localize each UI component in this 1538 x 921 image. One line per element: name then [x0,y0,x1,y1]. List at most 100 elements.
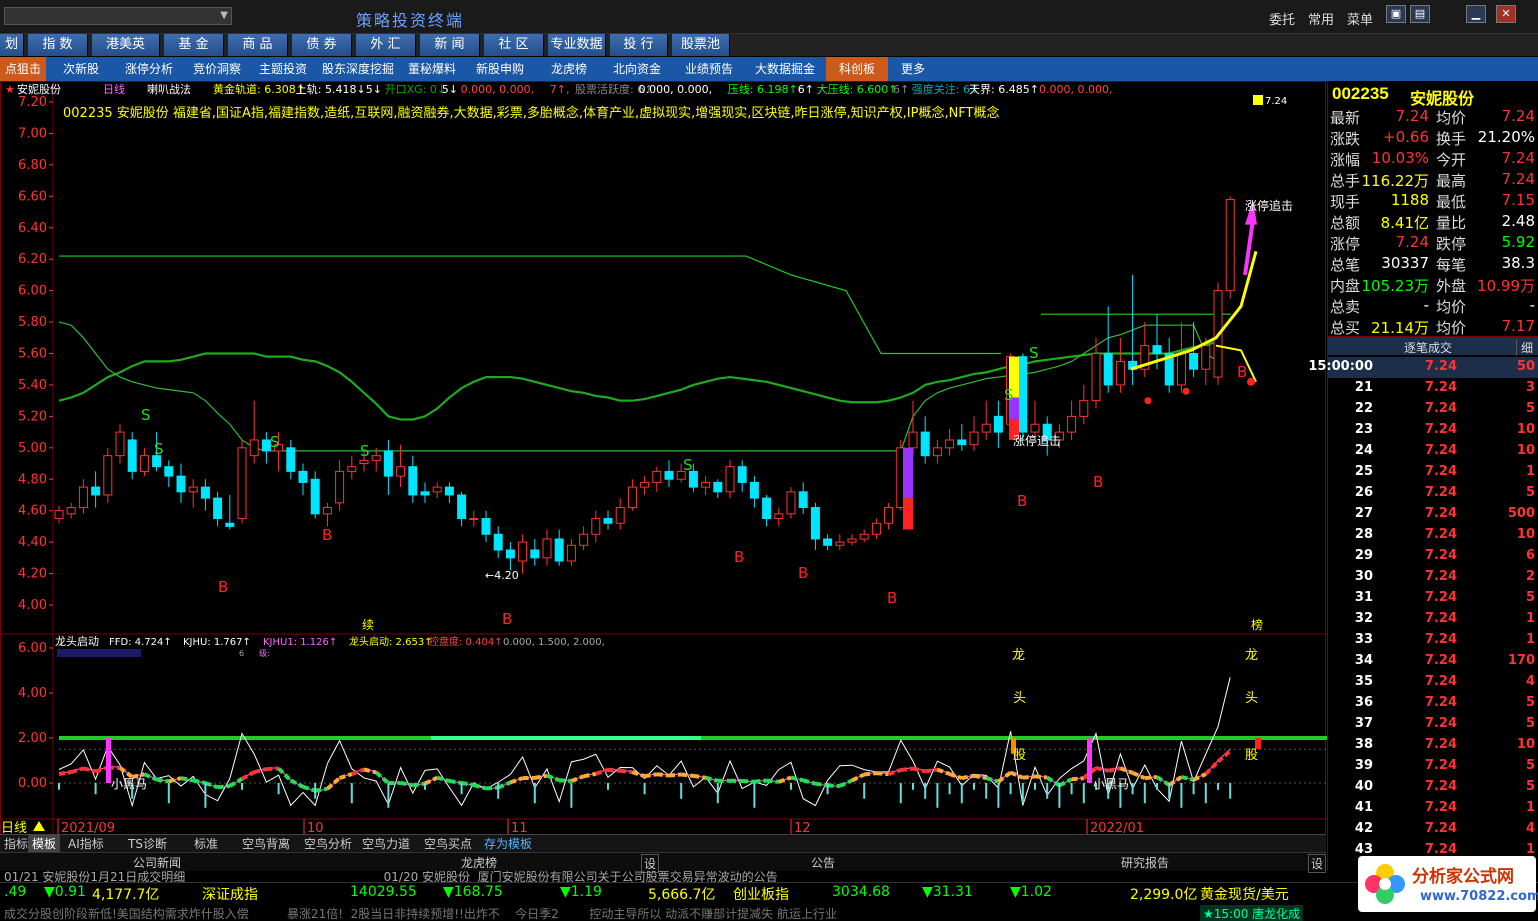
feature-menu-7[interactable]: 新股申购 [464,57,536,81]
tick-price: 7.24 [1424,737,1457,752]
quote-label: 均价 [1436,109,1467,127]
tick-volume: 1 [1525,800,1535,815]
tab-3[interactable]: TS诊断 [124,835,171,853]
menu-5[interactable]: 债 券 [292,34,352,56]
quote-value: 7.24 [1395,233,1429,251]
quote-label: 跌停 [1436,235,1467,253]
dragon-label: 龙 [1012,648,1025,663]
common-link[interactable]: 常用 [1308,9,1334,28]
news-ticker[interactable]: 成交分股创阶段新低!美国结构需求炸什股入偿 暴涨21倍! 2股当日非持续预增!!… [0,903,1538,921]
tab-2[interactable]: AI指标 [64,835,108,853]
feature-menu-10[interactable]: 业绩预告 [674,57,744,81]
status-item: 3034.68 [832,884,890,900]
tab-5[interactable]: 空鸟背离 [238,835,294,853]
menu-0[interactable]: 划板 [0,34,24,74]
feature-menu-4[interactable]: 主题投资 [252,57,314,81]
menu-11[interactable]: 股票池 [672,34,730,56]
menu-7[interactable]: 新 闻 [420,34,480,56]
tick-price: 7.24 [1424,821,1457,836]
tick-price: 7.24 [1424,653,1457,668]
feature-menu-6[interactable]: 董秘爆料 [402,57,462,81]
candle-body [249,439,259,457]
tab-dragon-tiger[interactable]: 龙虎榜 [461,854,497,871]
chart-header-item: 6↑ [798,83,814,96]
tick-volume: 5 [1525,485,1535,500]
kline-chart-panel[interactable]: ★ 安妮股份 日线 喇叭战法 黄金轨道: 6.308↑ 上轨: 5.418↓ 5↓ 开口XG:… [0,81,1327,836]
menu-2[interactable]: 港美英 [92,34,160,56]
feature-menu-1[interactable]: 次新股 [48,57,114,81]
tab-1[interactable]: 模板 [28,835,61,853]
menu-8[interactable]: 社 区 [484,34,544,56]
tick-row: 31 7.24 5 [1328,588,1538,609]
menu-6[interactable]: 外 汇 [356,34,416,56]
tile-icon[interactable]: ▤ [1410,5,1430,23]
menu-4[interactable]: 商 品 [228,34,288,56]
quote-row: 总卖 - 均价 - [1328,295,1538,316]
chevron-down-icon[interactable]: ▼ [220,10,228,21]
candle-body [164,466,174,477]
menu-1[interactable]: 指 数 [28,34,88,56]
quote-label: 总卖 [1330,298,1361,316]
tab-4[interactable]: 标准 [190,835,222,853]
candle-body [518,541,528,562]
candle-body [615,507,625,524]
feature-menu-8[interactable]: 龙虎榜 [538,57,600,81]
close-icon[interactable]: ✕ [1496,5,1516,23]
quote-label: 今开 [1436,151,1467,169]
feature-menu-2[interactable]: 涨停分析 [116,57,182,81]
feature-menu-11[interactable]: 大数据掘金 [746,57,824,81]
chart-header-item: 开口XG: 0↓ [385,83,446,96]
quote-row: 涨幅 10.03% 今开 7.24 [1328,148,1538,169]
candle-body [603,518,613,524]
candle-body [408,466,418,496]
star-icon: ★ [5,83,15,96]
menu-10[interactable]: 投 行 [610,34,668,56]
tab-announcements[interactable]: 公告 [811,854,835,871]
kline-chart[interactable]: ★ 安妮股份 日线 喇叭战法 黄金轨道: 6.308↑上轨: 5.418↓ 5↓ 开口XG:… [1,82,1327,836]
candle-body [1189,353,1199,370]
sub-tick: 0.00 [18,776,47,791]
candle-body [530,549,540,559]
candle-body [383,450,393,477]
chart-header-item: 6↑ [893,83,909,96]
feature-menu-5[interactable]: 股东深度挖掘 [316,57,400,81]
signal-dot [1144,397,1152,405]
buy-signal-label: B [218,578,228,596]
feature-menu-3[interactable]: 竞价洞察 [184,57,250,81]
menu-3[interactable]: 基 金 [164,34,224,56]
price-tick: 5.00 [18,441,47,456]
feature-menu-0[interactable]: 点狙击 [0,57,46,81]
tick-row: 42 7.24 4 [1328,819,1538,840]
xu-label: 续 [362,618,374,632]
quote-row: 内盘 105.23万 外盘 10.99万 [1328,274,1538,295]
tick-price: 7.24 [1424,569,1457,584]
dark-horse-label: 小黑马 [1093,777,1129,791]
menu-9[interactable]: 专业数据 [548,34,606,56]
feature-menu-12[interactable]: 科创板 [826,57,888,81]
tab-company-news[interactable]: 公司新闻 [133,854,181,871]
tab-8[interactable]: 空鸟买点 [420,835,476,853]
layout-icon[interactable]: ▣ [1386,5,1406,23]
tab-9[interactable]: 存为模板 [480,835,536,853]
minimize-icon[interactable]: ▁ [1466,5,1486,23]
quote-value: - [1529,296,1535,314]
control-line [266,766,279,772]
price-tick: 6.40 [18,221,47,236]
candle-body [701,481,711,488]
head-label: 头 [1013,691,1026,706]
logo-text: 分析家公式网 [1412,867,1514,887]
tab-7[interactable]: 空鸟力道 [358,835,414,853]
feature-menu-9[interactable]: 北向资金 [602,57,672,81]
ticks-detail-button[interactable]: 细 [1516,339,1533,356]
tab-6[interactable]: 空鸟分析 [300,835,356,853]
quote-value: 8.41亿 [1380,214,1429,232]
buy-signal-label: B [322,526,332,544]
candle-body [774,513,784,520]
tab-research[interactable]: 研究报告 [1121,854,1169,871]
stock-selector-combo[interactable]: ▼ [4,7,232,25]
candle-body [871,522,881,535]
tick-row: 25 7.24 1 [1328,462,1538,483]
trade-link[interactable]: 委托 [1269,9,1295,28]
feature-menu-13[interactable]: 更多 [890,57,936,81]
menu-link[interactable]: 菜单 [1347,9,1373,28]
